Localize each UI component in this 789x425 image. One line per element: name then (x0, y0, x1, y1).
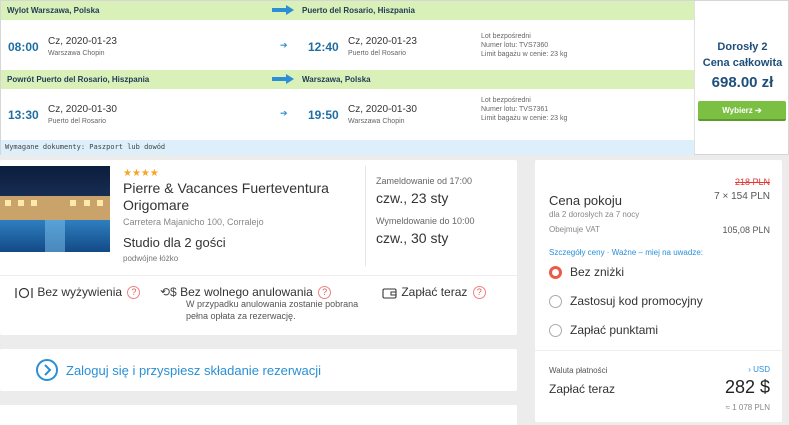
small-arrow-icon: ➔ (280, 40, 288, 50)
return-from: Powrót Puerto del Rosario, Hiszpania (7, 75, 150, 84)
radio-icon[interactable] (549, 324, 562, 338)
baggage-limit: Limit bagażu w cenie: 23 kg (481, 51, 568, 58)
discount-option-points[interactable]: Zapłać punktami (549, 323, 659, 338)
return-departure-date: Cz, 2020-01-30 (48, 104, 117, 115)
cancellation-label: Bez wolnego anulowania (180, 285, 313, 299)
currency-label: Waluta płatności (549, 366, 608, 375)
price-details-links[interactable]: Szczegóły ceny · Ważne – miej na uwadze: (549, 248, 703, 257)
pay-now-feature: Zapłać teraz ? (382, 285, 486, 300)
chevron-right-circle-icon (36, 359, 58, 381)
total-price-label: Cena całkowita (702, 57, 783, 69)
outbound-arrival-time: 12:40 (308, 40, 339, 54)
login-link[interactable]: Zaloguj się i przyspiesz składanie rezer… (66, 363, 321, 378)
outbound-departure-date: Cz, 2020-01-23 (48, 36, 117, 47)
pay-now-pln-equivalent: ≈ 1 078 PLN (725, 403, 770, 412)
vat-label: Obejmuje VAT (549, 225, 600, 234)
outbound-departure-time: 08:00 (8, 40, 39, 54)
old-price: 218 PLN (734, 177, 770, 187)
return-arrival-time: 19:50 (308, 108, 339, 122)
checkout-label: Wymeldowanie do 10:00 (376, 216, 475, 226)
no-refund-icon: ⟲$ (160, 285, 177, 299)
return-flight-info: Lot bezpośredni Numer lotu: TVS7361 Limi… (481, 96, 567, 123)
hotel-address: Carretera Majanicho 100, Corralejo (123, 217, 264, 227)
return-arrival-airport: Warszawa Chopin (348, 118, 405, 125)
room-type: Studio dla 2 gości (123, 235, 226, 250)
outbound-header: Wylot Warszawa, Polska Puerto del Rosari… (1, 1, 694, 20)
divider (365, 166, 366, 266)
required-documents: Wymagane dokumenty: Paszport lub dowód (1, 140, 694, 155)
baggage-limit: Limit bagażu w cenie: 23 kg (481, 115, 568, 122)
hotel-stars: ★★★★ (123, 168, 159, 179)
hotel-photo[interactable] (0, 166, 110, 252)
pay-now-total-label: Zapłać teraz (549, 382, 616, 396)
return-departure-airport: Puerto del Rosario (48, 118, 106, 125)
option-label: Bez zniżki (570, 265, 625, 279)
option-label: Zastosuj kod promocyjny (570, 294, 703, 308)
vat-value: 105,08 PLN (722, 225, 770, 235)
return-flight-row: 13:30 Cz, 2020-01-30 Puerto del Rosario … (1, 90, 694, 140)
flight-price-column: Dorosły 2 Cena całkowita 698.00 zł Wybie… (694, 1, 789, 156)
passengers-label: Dorosły 2 (717, 41, 768, 53)
outbound-flight-row: 08:00 Cz, 2020-01-23 Warszawa Chopin ➔ 1… (1, 21, 694, 71)
flight-summary-panel: Wylot Warszawa, Polska Puerto del Rosari… (0, 0, 789, 156)
pay-now-label: Zapłać teraz (401, 285, 468, 299)
radio-selected-icon[interactable] (549, 266, 562, 280)
room-price-label: Cena pokoju (549, 193, 622, 208)
flight-type: Lot bezpośredni (481, 33, 531, 40)
room-price-sub: dla 2 dorosłych za 7 nocy (549, 210, 640, 219)
divider (535, 350, 782, 351)
wallet-icon (382, 288, 397, 299)
outbound-to: Puerto del Rosario, Hiszpania (302, 6, 415, 15)
hotel-name[interactable]: Pierre & Vacances Fuerteventura Origomar… (123, 180, 353, 214)
return-departure-time: 13:30 (8, 108, 39, 122)
next-card (0, 405, 517, 425)
radio-icon[interactable] (549, 295, 562, 309)
return-arrival-date: Cz, 2020-01-30 (348, 104, 417, 115)
price-summary-box: 218 PLN Cena pokoju 7 × 154 PLN dla 2 do… (535, 160, 782, 422)
checkin-date: czw., 23 sty (376, 190, 449, 206)
meals-feature: Bez wyżywienia ? (14, 285, 141, 300)
cancellation-note: W przypadku anulowania zostanie pobrana … (186, 299, 359, 321)
divider (0, 275, 517, 276)
hotel-card: ★★★★ Pierre & Vacances Fuerteventura Ori… (0, 160, 517, 335)
flight-type: Lot bezpośredni (481, 97, 531, 104)
outbound-departure-airport: Warszawa Chopin (48, 50, 105, 57)
discount-option-none[interactable]: Bez zniżki (549, 265, 625, 280)
flight-number: Numer lotu: TVS7360 (481, 42, 549, 49)
help-icon[interactable]: ? (472, 286, 486, 300)
outbound-arrival-date: Cz, 2020-01-23 (348, 36, 417, 47)
flight-number: Numer lotu: TVS7361 (481, 106, 549, 113)
total-price: 698.00 zł (711, 74, 774, 91)
help-icon[interactable]: ? (127, 286, 141, 300)
small-arrow-icon: ➔ (280, 108, 288, 118)
outbound-arrival-airport: Puerto del Rosario (348, 50, 406, 57)
cutlery-icon (15, 287, 33, 298)
select-flight-button[interactable]: Wybierz ➔ (698, 101, 786, 121)
return-header: Powrót Puerto del Rosario, Hiszpania War… (1, 70, 694, 89)
arrow-right-icon (272, 74, 294, 84)
checkout-date: czw., 30 sty (376, 230, 449, 246)
flight-details: Wylot Warszawa, Polska Puerto del Rosari… (1, 1, 694, 156)
login-prompt[interactable]: Zaloguj się i przyspiesz składanie rezer… (0, 349, 517, 391)
outbound-flight-info: Lot bezpośredni Numer lotu: TVS7360 Limi… (481, 32, 567, 59)
meals-label: Bez wyżywienia (37, 285, 123, 299)
arrow-right-icon (272, 5, 294, 15)
price-label: Dorosły 2 Cena całkowita (695, 39, 789, 71)
outbound-from: Wylot Warszawa, Polska (7, 6, 100, 15)
pay-now-total: 282 $ (724, 377, 770, 397)
checkin-label: Zameldowanie od 17:00 (376, 176, 473, 186)
room-price-calc: 7 × 154 PLN (714, 191, 770, 202)
return-to: Warszawa, Polska (302, 75, 371, 84)
currency-select[interactable]: › USD (748, 365, 770, 374)
option-label: Zapłać punktami (570, 323, 659, 337)
discount-option-promo[interactable]: Zastosuj kod promocyjny (549, 294, 703, 309)
bed-type: podwójne łóżko (123, 254, 179, 263)
